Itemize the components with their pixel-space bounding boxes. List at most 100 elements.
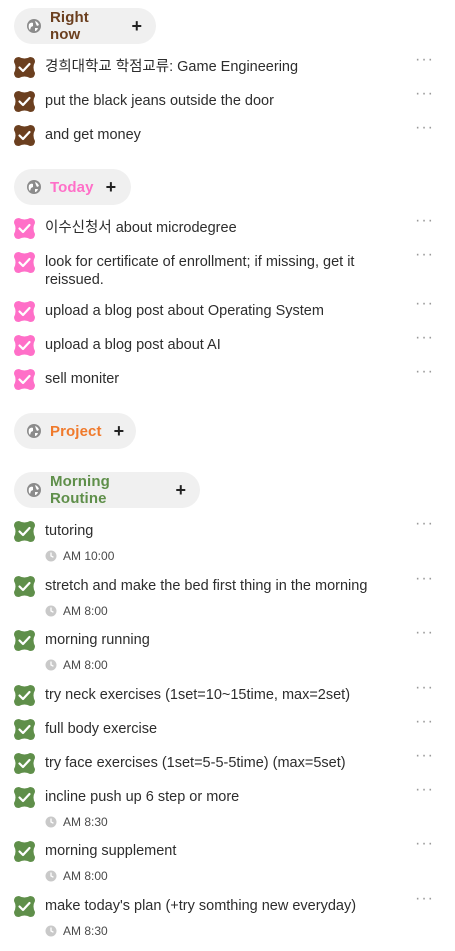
- todo-item-body: put the black jeans outside the door: [45, 91, 405, 110]
- todo-item-time-label: AM 8:00: [63, 869, 108, 883]
- todo-item-body: look for certificate of enrollment; if m…: [45, 252, 405, 289]
- clock-icon: [45, 659, 57, 671]
- more-horizontal-icon[interactable]: ···: [415, 747, 434, 765]
- checkbox-checked-icon[interactable]: [14, 896, 35, 917]
- more-horizontal-icon[interactable]: ···: [415, 624, 434, 642]
- section-header[interactable]: Morning Routine +: [14, 472, 200, 508]
- todo-item-body: morning supplement AM 8:00: [45, 841, 405, 883]
- todo-item[interactable]: and get money ···: [14, 119, 444, 146]
- todo-item-body: 이수신청서 about microdegree: [45, 218, 405, 237]
- todo-item[interactable]: upload a blog post about Operating Syste…: [14, 295, 444, 322]
- section-header[interactable]: Right now +: [14, 8, 156, 44]
- checkbox-checked-icon[interactable]: [14, 335, 35, 356]
- todo-item-text[interactable]: and get money: [45, 126, 405, 144]
- checkbox-checked-icon[interactable]: [14, 787, 35, 808]
- todo-item[interactable]: 이수신청서 about microdegree ···: [14, 212, 444, 239]
- checkbox-checked-icon[interactable]: [14, 91, 35, 112]
- more-horizontal-icon[interactable]: ···: [415, 295, 434, 313]
- todo-item-text[interactable]: tutoring: [45, 522, 405, 540]
- checkbox-checked-icon[interactable]: [14, 719, 35, 740]
- todo-item-text[interactable]: make today's plan (+try somthing new eve…: [45, 897, 405, 915]
- todo-item-text[interactable]: upload a blog post about Operating Syste…: [45, 302, 405, 320]
- todo-item-body: upload a blog post about Operating Syste…: [45, 301, 405, 320]
- todo-item-body: try neck exercises (1set=10~15time, max=…: [45, 685, 405, 704]
- todo-item-text[interactable]: sell moniter: [45, 370, 405, 388]
- plus-icon[interactable]: +: [175, 481, 186, 499]
- todo-item-body: full body exercise: [45, 719, 405, 738]
- todo-item[interactable]: tutoring AM 10:00 ···: [14, 515, 444, 563]
- todo-item-body: tutoring AM 10:00: [45, 521, 405, 563]
- plus-icon[interactable]: +: [131, 17, 142, 35]
- todo-item-text[interactable]: try neck exercises (1set=10~15time, max=…: [45, 686, 405, 704]
- todo-item[interactable]: full body exercise ···: [14, 713, 444, 740]
- more-horizontal-icon[interactable]: ···: [415, 570, 434, 588]
- checkbox-checked-icon[interactable]: [14, 685, 35, 706]
- todo-item-text[interactable]: upload a blog post about AI: [45, 336, 405, 354]
- checkbox-checked-icon[interactable]: [14, 125, 35, 146]
- more-horizontal-icon[interactable]: ···: [415, 515, 434, 533]
- todo-item[interactable]: morning supplement AM 8:00 ···: [14, 835, 444, 883]
- more-horizontal-icon[interactable]: ···: [415, 119, 434, 137]
- todo-item-text[interactable]: put the black jeans outside the door: [45, 92, 405, 110]
- checkbox-checked-icon[interactable]: [14, 218, 35, 239]
- checkbox-checked-icon[interactable]: [14, 252, 35, 273]
- todo-item[interactable]: look for certificate of enrollment; if m…: [14, 246, 444, 289]
- checkbox-checked-icon[interactable]: [14, 57, 35, 78]
- todo-item-body: incline push up 6 step or more AM 8:30: [45, 787, 405, 829]
- todo-item-text[interactable]: look for certificate of enrollment; if m…: [45, 253, 405, 289]
- todo-item-text[interactable]: stretch and make the bed first thing in …: [45, 577, 405, 595]
- more-horizontal-icon[interactable]: ···: [415, 679, 434, 697]
- more-horizontal-icon[interactable]: ···: [415, 85, 434, 103]
- checkbox-checked-icon[interactable]: [14, 301, 35, 322]
- todo-item[interactable]: incline push up 6 step or more AM 8:30 ···: [14, 781, 444, 829]
- clock-icon: [45, 870, 57, 882]
- checkbox-checked-icon[interactable]: [14, 369, 35, 390]
- more-horizontal-icon[interactable]: ···: [415, 363, 434, 381]
- todo-item-body: and get money: [45, 125, 405, 144]
- section-title: Right now: [50, 9, 89, 43]
- checkbox-checked-icon[interactable]: [14, 841, 35, 862]
- todo-item-text[interactable]: 이수신청서 about microdegree: [45, 219, 405, 237]
- plus-icon[interactable]: +: [114, 422, 125, 440]
- more-horizontal-icon[interactable]: ···: [415, 246, 434, 264]
- todo-item-time: AM 8:00: [45, 604, 405, 618]
- globe-icon: [26, 423, 42, 439]
- section-header[interactable]: Today +: [14, 169, 131, 205]
- checkbox-checked-icon[interactable]: [14, 630, 35, 651]
- todo-item[interactable]: morning running AM 8:00 ···: [14, 624, 444, 672]
- todo-item[interactable]: sell moniter ···: [14, 363, 444, 390]
- more-horizontal-icon[interactable]: ···: [415, 713, 434, 731]
- checkbox-checked-icon[interactable]: [14, 521, 35, 542]
- todo-item[interactable]: try neck exercises (1set=10~15time, max=…: [14, 679, 444, 706]
- todo-item-text[interactable]: morning running: [45, 631, 405, 649]
- todo-item[interactable]: make today's plan (+try somthing new eve…: [14, 890, 444, 938]
- todo-item-text[interactable]: incline push up 6 step or more: [45, 788, 405, 806]
- todo-item[interactable]: 경희대학교 학점교류: Game Engineering ···: [14, 51, 444, 78]
- todo-item-text[interactable]: 경희대학교 학점교류: Game Engineering: [45, 58, 405, 76]
- todo-item-body: morning running AM 8:00: [45, 630, 405, 672]
- checkbox-checked-icon[interactable]: [14, 753, 35, 774]
- section-title: Project: [50, 422, 102, 440]
- todo-item-text[interactable]: morning supplement: [45, 842, 405, 860]
- todo-item-time: AM 8:00: [45, 658, 405, 672]
- globe-icon: [26, 18, 42, 34]
- more-horizontal-icon[interactable]: ···: [415, 51, 434, 69]
- more-horizontal-icon[interactable]: ···: [415, 329, 434, 347]
- todo-item-text[interactable]: try face exercises (1set=5-5-5time) (max…: [45, 754, 405, 772]
- plus-icon[interactable]: +: [106, 178, 117, 196]
- checkbox-checked-icon[interactable]: [14, 576, 35, 597]
- todo-item-time-label: AM 10:00: [63, 549, 115, 563]
- more-horizontal-icon[interactable]: ···: [415, 212, 434, 230]
- todo-item[interactable]: upload a blog post about AI ···: [14, 329, 444, 356]
- todo-item[interactable]: put the black jeans outside the door ···: [14, 85, 444, 112]
- more-horizontal-icon[interactable]: ···: [415, 781, 434, 799]
- todo-item[interactable]: stretch and make the bed first thing in …: [14, 570, 444, 618]
- more-horizontal-icon[interactable]: ···: [415, 890, 434, 908]
- todo-item-time-label: AM 8:30: [63, 815, 108, 829]
- section-title: Today: [50, 178, 94, 196]
- section-header[interactable]: Project +: [14, 413, 136, 449]
- todo-item[interactable]: try face exercises (1set=5-5-5time) (max…: [14, 747, 444, 774]
- todo-item-text[interactable]: full body exercise: [45, 720, 405, 738]
- todo-item-body: sell moniter: [45, 369, 405, 388]
- more-horizontal-icon[interactable]: ···: [415, 835, 434, 853]
